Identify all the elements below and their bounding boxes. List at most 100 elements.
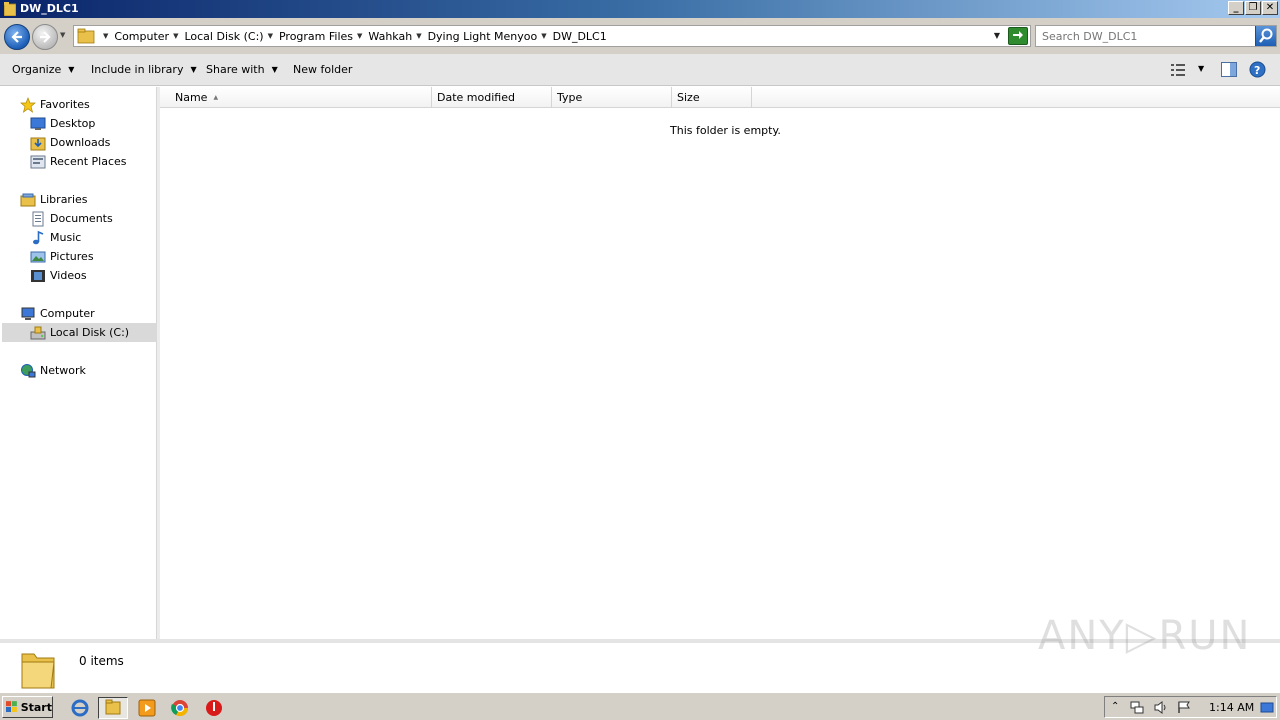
nav-desktop-label: Desktop	[50, 117, 96, 130]
column-header-size[interactable]: Size	[672, 87, 752, 108]
organize-label: Organize	[12, 63, 62, 76]
network-status-icon[interactable]	[1130, 701, 1144, 714]
search-button[interactable]	[1255, 26, 1276, 46]
explorer-taskbar-button[interactable]	[98, 697, 128, 719]
file-list[interactable]: Name ▲ Date modified Type Size This folde…	[160, 87, 1280, 639]
preview-pane-icon[interactable]	[1221, 62, 1237, 77]
breadcrumb-separator[interactable]: ▼	[103, 32, 108, 40]
refresh-button[interactable]	[1008, 27, 1028, 45]
nav-libraries-label: Libraries	[40, 193, 88, 206]
nav-computer[interactable]: Computer	[20, 304, 95, 323]
breadcrumb-separator[interactable]: ▼	[416, 32, 421, 40]
search-box[interactable]	[1035, 25, 1277, 47]
stop-icon[interactable]	[202, 697, 226, 719]
nav-music[interactable]: Music	[30, 228, 81, 247]
nav-computer-label: Computer	[40, 307, 95, 320]
breadcrumb-program-files[interactable]: Program Files	[279, 30, 353, 43]
clock[interactable]: 1:14 AM	[1209, 701, 1254, 714]
details-pane: 0 items ANY▷RUN	[0, 613, 1280, 692]
view-dropdown[interactable]: ▼	[1198, 64, 1204, 73]
nav-pictures[interactable]: Pictures	[30, 247, 94, 266]
include-in-library-label: Include in library	[91, 63, 184, 76]
arrow-right-icon	[40, 31, 51, 43]
column-header-date-modified[interactable]: Date modified	[432, 87, 552, 108]
nav-downloads-label: Downloads	[50, 136, 111, 149]
breadcrumb-separator[interactable]: ▼	[268, 32, 273, 40]
internet-explorer-icon[interactable]	[68, 697, 92, 719]
show-hidden-icons-icon[interactable]: ⌃	[1111, 701, 1125, 714]
nav-music-label: Music	[50, 231, 82, 244]
include-in-library-menu[interactable]: Include in library ▼	[91, 63, 197, 76]
breadcrumb-wahkah[interactable]: Wahkah	[368, 30, 412, 43]
command-bar: Organize ▼ Include in library ▼ Share with…	[0, 54, 1280, 86]
start-button[interactable]: Start	[2, 696, 53, 718]
column-header-type[interactable]: Type	[552, 87, 672, 108]
forward-button[interactable]	[32, 24, 58, 50]
window-title: DW_DLC1	[20, 2, 79, 15]
breadcrumb-separator[interactable]: ▼	[357, 32, 362, 40]
breadcrumb-computer[interactable]: Computer	[114, 30, 169, 43]
breadcrumb-local-disk[interactable]: Local Disk (C:)	[184, 30, 263, 43]
show-desktop-icon[interactable]	[1260, 701, 1274, 714]
search-icon	[1259, 28, 1273, 43]
arrow-left-icon	[11, 31, 22, 43]
action-center-flag-icon[interactable]	[1177, 701, 1191, 714]
downloads-icon	[30, 137, 46, 150]
taskbar: Start ⌃ 1:14 AM	[0, 692, 1280, 720]
address-bar[interactable]: ▼ Computer ▼ Local Disk (C:) ▼ Program F…	[73, 25, 1031, 47]
item-count: 0 items	[79, 654, 124, 668]
breadcrumb-separator[interactable]: ▼	[541, 32, 546, 40]
nav-downloads[interactable]: Downloads	[30, 133, 110, 152]
chevron-down-icon: ▼	[68, 65, 75, 74]
nav-network[interactable]: Network	[20, 361, 86, 380]
chrome-icon[interactable]	[168, 697, 192, 719]
volume-icon[interactable]	[1154, 701, 1168, 714]
breadcrumb-separator[interactable]: ▼	[173, 32, 178, 40]
nav-videos[interactable]: Videos	[30, 266, 87, 285]
refresh-icon	[1013, 31, 1023, 39]
restore-button[interactable]: ❐	[1245, 1, 1261, 15]
share-with-label: Share with	[206, 63, 265, 76]
recent-pages-dropdown[interactable]: ▼	[60, 31, 65, 39]
videos-icon	[31, 269, 45, 282]
close-button[interactable]: ✕	[1262, 1, 1278, 15]
svg-text:?: ?	[1254, 64, 1260, 77]
breadcrumb-dw-dlc1[interactable]: DW_DLC1	[553, 30, 607, 43]
hard-drive-icon	[30, 326, 46, 339]
star-icon	[20, 96, 36, 113]
chevron-down-icon: ▼	[271, 65, 278, 74]
minimize-button[interactable]: _	[1228, 1, 1244, 15]
nav-libraries[interactable]: Libraries	[20, 190, 88, 209]
pictures-icon	[30, 251, 46, 262]
back-button[interactable]	[4, 24, 30, 50]
search-input[interactable]	[1042, 29, 1252, 43]
view-options-icon[interactable]	[1170, 63, 1186, 77]
nav-recent-places-label: Recent Places	[50, 155, 127, 168]
nav-recent-places[interactable]: Recent Places	[30, 152, 127, 171]
column-header-name[interactable]: Name ▲	[170, 87, 432, 108]
breadcrumb-dying-light-menyoo[interactable]: Dying Light Menyoo	[428, 30, 538, 43]
windows-logo-icon	[6, 701, 17, 713]
nav-favorites-label: Favorites	[40, 98, 90, 111]
nav-desktop[interactable]: Desktop	[30, 114, 95, 133]
media-player-icon[interactable]	[135, 697, 159, 719]
organize-menu[interactable]: Organize ▼	[12, 63, 74, 76]
nav-documents-label: Documents	[50, 212, 113, 225]
libraries-icon	[20, 193, 36, 206]
nav-local-disk[interactable]: Local Disk (C:)	[2, 323, 157, 342]
new-folder-button[interactable]: New folder	[293, 63, 352, 76]
computer-icon	[21, 307, 35, 320]
nav-documents[interactable]: Documents	[30, 209, 113, 228]
share-with-menu[interactable]: Share with ▼	[206, 63, 278, 76]
network-icon	[21, 363, 36, 377]
documents-icon	[32, 211, 44, 226]
nav-local-disk-label: Local Disk (C:)	[50, 326, 130, 339]
nav-network-label: Network	[40, 364, 86, 377]
nav-videos-label: Videos	[50, 269, 87, 282]
folder-icon	[105, 699, 121, 715]
nav-favorites[interactable]: Favorites	[20, 95, 90, 114]
address-dropdown[interactable]: ▼	[994, 31, 1000, 40]
help-icon[interactable]: ?	[1249, 61, 1266, 78]
recent-places-icon	[30, 155, 46, 168]
column-headers: Name ▲ Date modified Type Size	[160, 87, 1280, 108]
